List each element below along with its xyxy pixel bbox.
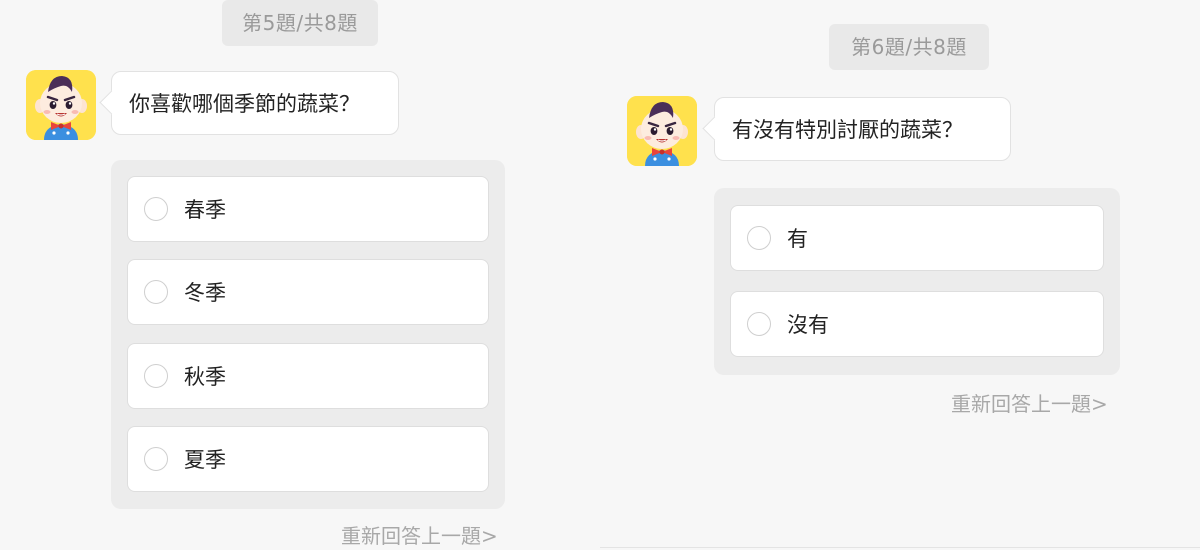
options-group: 有 沒有: [714, 188, 1120, 375]
question-6-panel: 第6題/共8題 有沒有特別討厭的蔬菜？ 有 沒有 重新回答上一題>: [600, 0, 1200, 548]
option-yes[interactable]: 有: [730, 205, 1104, 271]
options-group: 春季 冬季 秋季 夏季: [111, 160, 505, 509]
cartoon-boy-icon: [627, 96, 697, 166]
radio-icon[interactable]: [747, 226, 771, 250]
option-label: 冬季: [184, 281, 226, 305]
avatar: [26, 70, 96, 140]
radio-icon[interactable]: [144, 197, 168, 221]
progress-indicator: 第5題/共8題: [222, 0, 378, 46]
question-bubble: 你喜歡哪個季節的蔬菜？: [111, 71, 399, 135]
option-no[interactable]: 沒有: [730, 291, 1104, 357]
progress-indicator: 第6題/共8題: [829, 24, 989, 70]
question-bubble: 有沒有特別討厭的蔬菜？: [714, 97, 1011, 161]
question-5-panel: 第5題/共8題 你喜歡哪個季節的蔬菜？ 春季 冬季 秋季 夏季 重新回答上一題>: [0, 0, 600, 550]
option-label: 夏季: [184, 448, 226, 472]
radio-icon[interactable]: [144, 447, 168, 471]
redo-previous-link[interactable]: 重新回答上一題>: [341, 520, 498, 549]
option-label: 春季: [184, 198, 226, 222]
option-winter[interactable]: 冬季: [127, 259, 489, 325]
option-label: 秋季: [184, 365, 226, 389]
radio-icon[interactable]: [144, 364, 168, 388]
option-label: 有: [787, 227, 808, 251]
radio-icon[interactable]: [747, 312, 771, 336]
redo-previous-link[interactable]: 重新回答上一題>: [951, 388, 1108, 417]
radio-icon[interactable]: [144, 280, 168, 304]
option-spring[interactable]: 春季: [127, 176, 489, 242]
question-text: 有沒有特別討厭的蔬菜？: [732, 118, 963, 142]
question-text: 你喜歡哪個季節的蔬菜？: [129, 92, 360, 116]
option-summer[interactable]: 夏季: [127, 426, 489, 492]
cartoon-boy-icon: [26, 70, 96, 140]
option-autumn[interactable]: 秋季: [127, 343, 489, 409]
option-label: 沒有: [787, 313, 829, 337]
avatar: [627, 96, 697, 166]
